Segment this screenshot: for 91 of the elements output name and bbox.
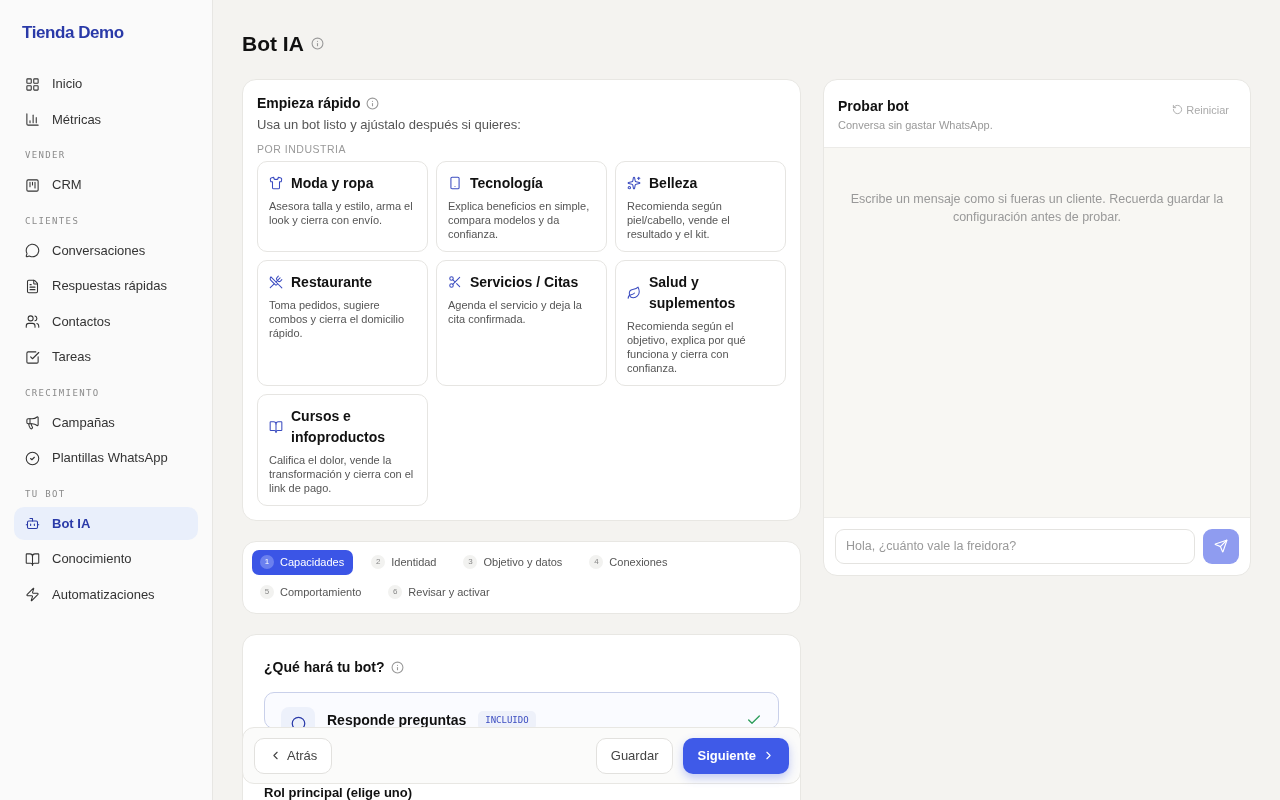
users-icon — [25, 314, 40, 329]
template-title: Belleza — [649, 173, 698, 193]
book-icon — [25, 551, 40, 567]
section-heading: CRECIMIENTO — [24, 386, 101, 400]
megaphone-icon — [25, 415, 40, 430]
nav-item[interactable]: Respuestas rápidas — [14, 269, 198, 303]
info-icon[interactable] — [390, 660, 404, 674]
reset-icon — [1172, 104, 1184, 116]
brand-name[interactable]: Tienda Demo — [14, 20, 198, 46]
panel-subtitle: Conversa sin gastar WhatsApp. — [838, 117, 993, 133]
send-button[interactable] — [1203, 528, 1239, 564]
bar-chart-icon — [25, 112, 40, 127]
template-description: Recomienda según el objetivo, explica por qué funciona y cierra con confianza. — [627, 318, 747, 375]
shirt-icon — [269, 176, 283, 191]
page-title: Bot IA — [242, 31, 304, 57]
template-description: Explica beneficios en simple, compara modelos y da confianza. — [448, 198, 591, 241]
document-icon — [25, 278, 40, 294]
book-icon — [269, 419, 283, 434]
step-number: 3 — [463, 555, 478, 570]
step-number: 6 — [388, 585, 403, 600]
section-heading: VENDER — [24, 149, 67, 162]
check-circle-icon — [25, 450, 40, 466]
nav-item[interactable]: Campañas — [14, 406, 198, 439]
template-card[interactable]: Cursos e infoproductos Califica el dolor, vende la transformación y cierra con el link de pago. — [257, 393, 428, 506]
capability-title: Responde preguntas — [327, 710, 467, 728]
leaf-icon — [627, 285, 641, 300]
section-heading: CLIENTES — [24, 214, 81, 228]
template-card[interactable]: Tecnología Explica beneficios en simple, compara modelos y da confianza. — [436, 160, 607, 252]
panel-title: Probar bot — [838, 96, 910, 116]
template-title: Cursos e infoproductos — [291, 406, 387, 447]
template-card[interactable]: Moda y ropa Asesora talla y estilo, arma el look y cierra con envío. — [257, 160, 428, 252]
section-title: ¿Qué hará tu bot? — [264, 657, 385, 677]
card-title: Empieza rápido — [257, 93, 361, 113]
template-card[interactable]: Servicios / Citas Agenda el servicio y deja la cita confirmada. — [436, 259, 607, 386]
nav-item[interactable]: Plantillas WhatsApp — [14, 441, 198, 475]
template-description: Toma pedidos, sugiere combos y cierra el domicilio rápido. — [269, 297, 406, 340]
step-tab[interactable]: 4 Conexiones — [581, 549, 677, 575]
template-title: Salud y suplementos — [649, 272, 737, 313]
send-icon — [1214, 539, 1228, 553]
nav-item[interactable]: Tareas — [14, 340, 198, 374]
template-card[interactable]: Restaurante Toma pedidos, sugiere combos y cierra el domicilio rápido. — [257, 259, 428, 386]
step-number: 5 — [260, 585, 274, 600]
utensils-icon — [269, 275, 283, 290]
step-number: 1 — [260, 555, 274, 570]
lightning-icon — [25, 587, 40, 602]
template-title: Servicios / Citas — [470, 272, 579, 292]
field-label: Rol principal (elige uno) — [264, 785, 413, 799]
phone-icon — [448, 176, 462, 191]
included-badge: INCLUIDO — [478, 710, 536, 728]
nav-item[interactable]: Conversaciones — [14, 234, 198, 267]
back-button[interactable]: Atrás — [254, 737, 333, 774]
save-button[interactable]: Guardar — [595, 737, 674, 774]
checkbox-icon — [25, 349, 40, 365]
nav-item[interactable]: Métricas — [14, 103, 198, 136]
nav-item[interactable]: Contactos — [14, 305, 198, 338]
nav-item[interactable]: Bot IA — [14, 507, 198, 540]
board-icon — [25, 177, 40, 193]
template-description: Asesora talla y estilo, arma el look y cierra con envío. — [269, 198, 414, 227]
robot-icon — [25, 516, 40, 531]
nav-item[interactable]: CRM — [14, 168, 198, 202]
template-card[interactable]: Belleza Recomienda según piel/cabello, vende el resultado y el kit. — [615, 160, 786, 252]
section-heading: TU BOT — [24, 487, 67, 501]
step-tab[interactable]: 6 Revisar y activar — [380, 579, 499, 605]
template-description: Recomienda según piel/cabello, vende el resultado y el kit. — [627, 198, 731, 241]
step-number: 4 — [589, 555, 604, 570]
card-subtitle: Usa un bot listo y ajústalo después si quieres: — [257, 115, 522, 134]
template-title: Tecnología — [470, 173, 543, 193]
next-button[interactable]: Siguiente — [683, 737, 789, 774]
message-input[interactable]: Hola, ¿cuánto vale la freidora? — [835, 528, 1195, 564]
scissors-icon — [448, 275, 462, 290]
step-tab[interactable]: 2 Identidad — [363, 549, 446, 575]
step-number: 2 — [371, 555, 386, 570]
nav-item[interactable]: Conocimiento — [14, 542, 198, 576]
grid-icon — [25, 76, 40, 92]
template-title: Moda y ropa — [291, 173, 374, 193]
nav-item[interactable]: Inicio — [14, 67, 198, 101]
step-tab[interactable]: 5 Comportamiento — [252, 579, 371, 605]
template-description: Agenda el servicio y deja la cita confirmada. — [448, 297, 583, 326]
info-icon[interactable] — [366, 96, 380, 110]
group-label: POR INDUSTRIA — [257, 142, 348, 157]
template-description: Califica el dolor, vende la transformación y cierra con el link de pago. — [269, 452, 415, 495]
template-title: Restaurante — [291, 272, 372, 292]
sparkles-icon — [627, 176, 641, 191]
template-card[interactable]: Salud y suplementos Recomienda según el objetivo, explica por qué funciona y cierra con confianza. — [615, 259, 786, 386]
chat-bubble-icon — [25, 243, 40, 258]
capability-option[interactable]: Responde preguntas INCLUIDO — [264, 691, 779, 729]
empty-chat-message: Escribe un mensaje como si fueras un cliente. Recuerda guardar la configuración antes de probar. — [849, 191, 1225, 226]
step-tab[interactable]: 3 Objetivo y datos — [455, 549, 572, 575]
step-tab[interactable]: 1 Capacidades — [252, 549, 354, 575]
nav-item[interactable]: Automatizaciones — [14, 578, 198, 611]
info-icon[interactable] — [310, 37, 324, 51]
